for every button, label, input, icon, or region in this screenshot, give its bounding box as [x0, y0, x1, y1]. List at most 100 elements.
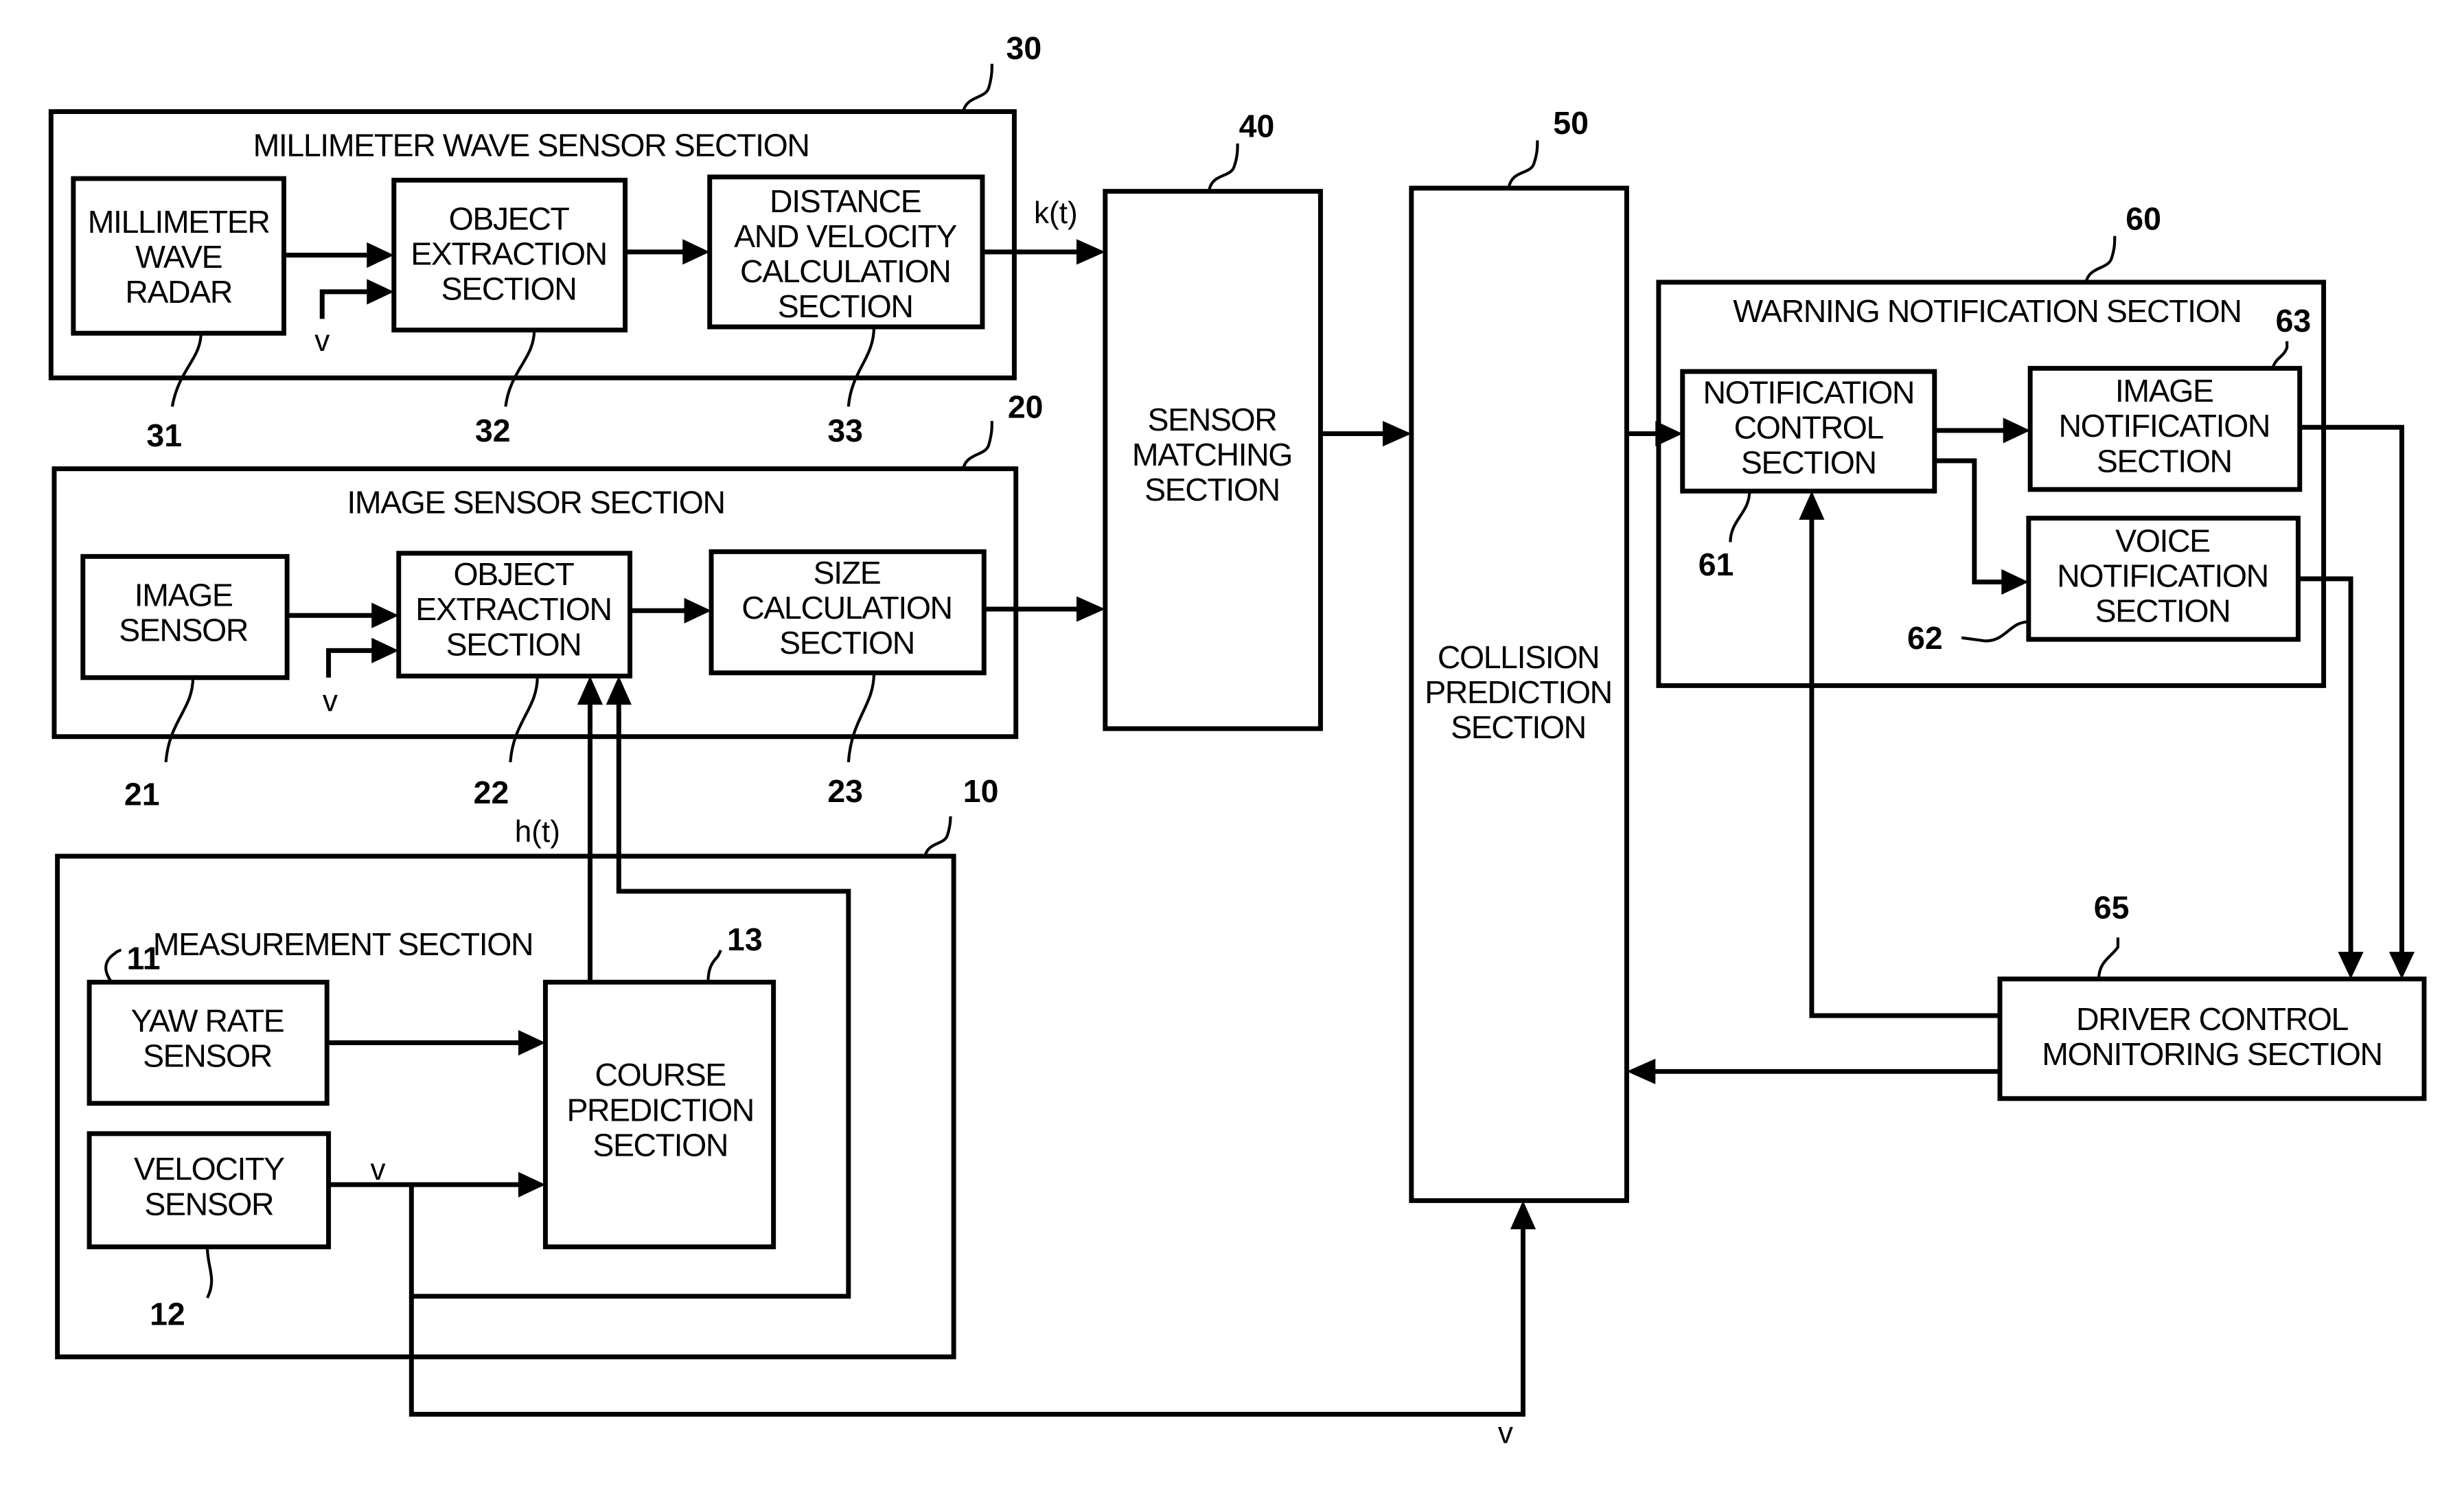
arrowhead	[2003, 418, 2031, 444]
measurement-section-title: MEASUREMENT SECTION	[153, 926, 533, 962]
svg-text:SENSOR: SENSOR	[1148, 402, 1277, 437]
svg-text:SECTION: SECTION	[1451, 709, 1586, 745]
wire-v-to-collision	[408, 1227, 1525, 1417]
ref-30: 30	[1006, 30, 1042, 66]
wire-driver-monitor-to-notification-control	[1809, 518, 2001, 1018]
arrowhead	[2001, 569, 2029, 595]
svg-text:OBJECT: OBJECT	[449, 201, 570, 236]
ref-leader-62	[1961, 620, 2029, 643]
svg-text:CALCULATION: CALCULATION	[740, 253, 950, 289]
ref-leader-10	[923, 816, 952, 857]
svg-text:SECTION: SECTION	[441, 271, 577, 307]
svg-text:VELOCITY: VELOCITY	[134, 1151, 284, 1187]
velocity-sensor-block: VELOCITY SENSOR	[87, 1131, 332, 1250]
ref-leader-32	[504, 330, 536, 407]
svg-text:COURSE: COURSE	[595, 1057, 726, 1093]
mm-object-extraction-block: OBJECT EXTRACTION SECTION	[391, 177, 628, 333]
course-prediction-block: COURSE PREDICTION SECTION	[542, 979, 776, 1250]
svg-text:OBJECT: OBJECT	[454, 556, 575, 592]
ref-13: 13	[727, 922, 763, 957]
svg-text:NOTIFICATION: NOTIFICATION	[1703, 374, 1914, 410]
svg-text:SECTION: SECTION	[1741, 445, 1876, 481]
svg-text:RADAR: RADAR	[125, 274, 232, 310]
arrowhead	[371, 602, 399, 628]
svg-text:COLLISION: COLLISION	[1438, 639, 1599, 675]
svg-text:VOICE: VOICE	[2115, 523, 2210, 558]
ref-leader-12	[205, 1246, 214, 1299]
ref-62: 62	[1907, 620, 1943, 656]
arrowhead	[684, 597, 712, 624]
signal-ht: h(t)	[515, 815, 560, 849]
svg-text:YAW RATE: YAW RATE	[131, 1003, 284, 1038]
signal-v-image: v	[323, 685, 338, 718]
signal-v-mm: v	[314, 324, 330, 358]
svg-text:DISTANCE: DISTANCE	[770, 183, 921, 219]
svg-text:AND VELOCITY: AND VELOCITY	[734, 218, 956, 254]
svg-text:SENSOR: SENSOR	[119, 612, 248, 648]
ref-leader-22	[509, 676, 539, 763]
ref-leader-63	[2271, 341, 2289, 369]
ref-leader-61	[1729, 491, 1751, 542]
ref-20: 20	[1008, 389, 1044, 424]
image-object-extraction-block: OBJECT EXTRACTION SECTION	[396, 551, 633, 678]
ref-40: 40	[1239, 108, 1275, 144]
svg-text:CONTROL: CONTROL	[1734, 410, 1884, 446]
svg-text:NOTIFICATION: NOTIFICATION	[2057, 558, 2268, 593]
arrowhead	[371, 637, 399, 663]
arrowhead	[1076, 239, 1105, 265]
collision-prediction-block: COLLISION PREDICTION SECTION	[1409, 185, 1629, 1203]
svg-text:PREDICTION: PREDICTION	[566, 1092, 754, 1128]
svg-text:CALCULATION: CALCULATION	[741, 590, 952, 626]
arrowhead	[518, 1029, 546, 1056]
svg-text:IMAGE: IMAGE	[2115, 373, 2213, 409]
svg-text:NOTIFICATION: NOTIFICATION	[2059, 408, 2270, 444]
arrowhead	[1076, 596, 1105, 622]
ref-leader-21	[164, 677, 195, 763]
ref-leader-23	[847, 672, 876, 763]
signal-kt: k(t)	[1034, 196, 1078, 230]
svg-text:SECTION: SECTION	[2095, 593, 2231, 629]
image-sensor-block: IMAGE SENSOR	[80, 553, 290, 681]
wire-v-to-mm-extraction	[319, 289, 370, 319]
ref-61: 61	[1699, 547, 1734, 582]
ref-leader-50	[1507, 140, 1539, 189]
ref-11: 11	[127, 941, 161, 976]
arrowhead	[367, 242, 394, 268]
ref-leader-30	[962, 63, 993, 113]
svg-text:SIZE: SIZE	[814, 555, 881, 591]
arrowhead	[1799, 491, 1825, 520]
sensor-matching-block: SENSOR MATCHING SECTION	[1103, 189, 1323, 731]
arrowhead	[606, 676, 632, 705]
ref-leader-20	[962, 420, 993, 470]
warning-notification-section: WARNING NOTIFICATION SECTION 60 NOTIFICA…	[1656, 201, 2327, 688]
svg-text:MILLIMETER: MILLIMETER	[88, 204, 270, 240]
signal-v-collision: v	[1498, 1416, 1513, 1450]
measurement-section: MEASUREMENT SECTION 10 YAW RATE SENSOR 1…	[55, 773, 999, 1360]
wire-v-to-image-extraction	[326, 648, 375, 678]
svg-text:SECTION: SECTION	[592, 1127, 728, 1163]
svg-text:EXTRACTION: EXTRACTION	[415, 591, 611, 627]
svg-text:WAVE: WAVE	[135, 239, 222, 275]
voice-notification-block: VOICE NOTIFICATION SECTION	[2026, 516, 2301, 642]
size-calculation-block: SIZE CALCULATION SECTION	[709, 549, 987, 676]
svg-text:SECTION: SECTION	[1144, 472, 1280, 507]
ref-leader-40	[1207, 143, 1239, 192]
warning-notification-title: WARNING NOTIFICATION SECTION	[1733, 293, 2241, 329]
arrowhead	[2338, 952, 2364, 979]
image-sensor-section-title: IMAGE SENSOR SECTION	[347, 485, 724, 521]
ref-10: 10	[963, 773, 999, 809]
ref-leader-33	[847, 326, 876, 407]
ref-33: 33	[827, 413, 863, 448]
svg-text:MONITORING SECTION: MONITORING SECTION	[2042, 1036, 2382, 1072]
yaw-rate-sensor-block: YAW RATE SENSOR	[87, 979, 330, 1106]
driver-control-monitoring-block: DRIVER CONTROL MONITORING SECTION	[1997, 976, 2427, 1101]
ref-65: 65	[2094, 889, 2130, 925]
ref-32: 32	[475, 413, 511, 448]
svg-text:DRIVER CONTROL: DRIVER CONTROL	[2076, 1001, 2349, 1037]
wire-control-to-voice-notification	[1934, 458, 2005, 584]
notification-control-block: NOTIFICATION CONTROL SECTION	[1680, 369, 1937, 494]
ref-22: 22	[474, 775, 509, 810]
image-notification-block: IMAGE NOTIFICATION SECTION	[2027, 365, 2303, 492]
ref-21: 21	[124, 777, 160, 812]
svg-text:MATCHING: MATCHING	[1132, 437, 1292, 472]
